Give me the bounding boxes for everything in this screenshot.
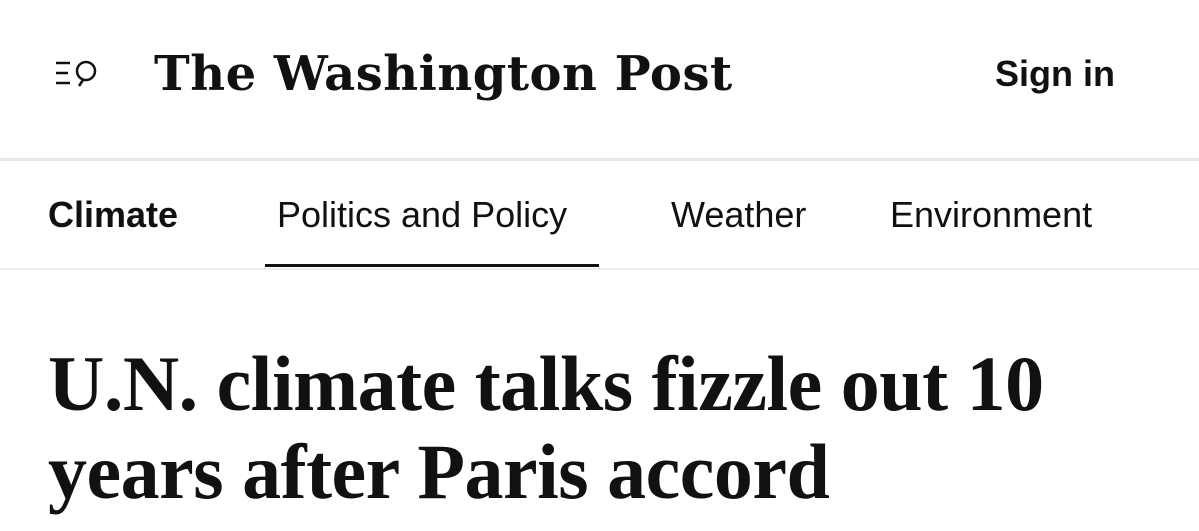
- section-subnav: Climate Politics and Policy Weather Envi…: [0, 161, 1199, 270]
- subnav-item-weather[interactable]: Weather: [671, 193, 806, 237]
- menu-search-icon: [56, 60, 97, 87]
- masthead-logo[interactable]: The Washington Post: [154, 34, 733, 114]
- menu-search-button[interactable]: [50, 54, 104, 94]
- sign-in-link[interactable]: Sign in: [995, 52, 1115, 96]
- top-header: The Washington Post Sign in: [0, 0, 1199, 161]
- active-tab-underline: [265, 264, 599, 267]
- subnav-item-climate[interactable]: Climate: [48, 193, 178, 237]
- subnav-item-politics-and-policy[interactable]: Politics and Policy: [277, 193, 567, 237]
- subnav-item-environment[interactable]: Environment: [890, 193, 1092, 237]
- article-headline: U.N. climate talks fizzle out 10 years a…: [48, 340, 1044, 515]
